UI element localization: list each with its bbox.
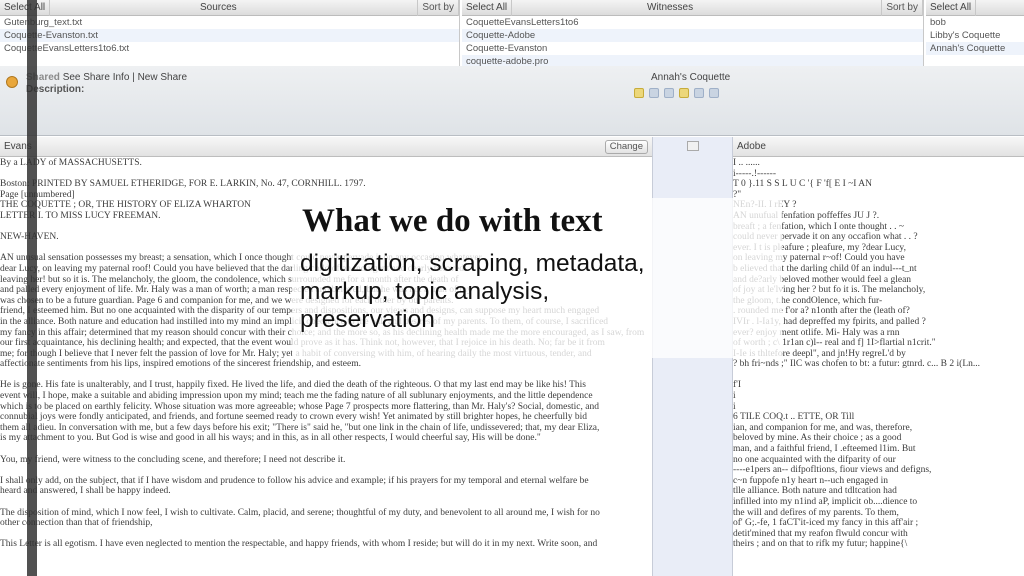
list-item[interactable]: bob bbox=[926, 16, 1024, 29]
text-line: f'I bbox=[733, 380, 742, 391]
slide-subtitle-line: digitization, scraping, metadata, bbox=[300, 250, 645, 277]
list-item[interactable]: Coquette-Evanston.txt bbox=[0, 29, 459, 42]
list-item[interactable]: Annah's Coquette bbox=[926, 42, 1024, 55]
list-item[interactable]: CoquetteEvansLetters1to6.txt bbox=[0, 42, 459, 55]
text-line: beloved by mine. As their choice ; as a … bbox=[733, 433, 902, 444]
text-line: c~n fuppofe n1y heart n--uch engaged in bbox=[733, 475, 888, 486]
sources-pane: Select All Sources Sort by Gutenburg_tex… bbox=[0, 0, 460, 66]
text-line: detit'mined that my reafon flwuld concur… bbox=[733, 528, 908, 539]
text-line: He is gone. His fate is unalterably, and… bbox=[0, 380, 586, 391]
text-line: I .. ...... bbox=[733, 158, 760, 168]
text-line: which is to be placed on earthly felicit… bbox=[0, 401, 599, 412]
slide-accent-bar bbox=[27, 0, 37, 576]
text-line: them all adieu. In conversation with me,… bbox=[0, 422, 600, 433]
share-info-icon bbox=[6, 76, 18, 88]
text-line: T 0 }.11 S S L U C '{ F 'f[ E I ~I AN bbox=[733, 179, 872, 190]
text-line: is my attachment to you. But God is wise… bbox=[0, 433, 541, 444]
text-line: This Letter is all egotism. I have even … bbox=[0, 539, 598, 550]
slide-title: What we do with text bbox=[302, 203, 603, 239]
users-header: Select All bbox=[926, 0, 1024, 16]
text-line: tlle alliance. Both nature and tdltcatio… bbox=[733, 486, 897, 497]
text-line: I shall only add, on the subject, that i… bbox=[0, 475, 589, 486]
text-line: event will, I hope, make a suitable and … bbox=[0, 391, 593, 402]
text-line: ian, and companion for me, and was, ther… bbox=[733, 422, 913, 433]
users-pane: Select All bob Libby's Coquette Annah's … bbox=[926, 0, 1024, 66]
text-line: connubial joys were fondly anticipated, … bbox=[0, 412, 587, 423]
text-line: Boston: PRINTED BY SAMUEL ETHERIDGE, FOR… bbox=[0, 179, 366, 190]
users-select-all[interactable]: Select All bbox=[926, 0, 977, 16]
text-line: i bbox=[733, 391, 736, 402]
left-panel-header: Evans Change bbox=[0, 137, 652, 157]
witnesses-sort-by[interactable]: Sort by bbox=[882, 0, 923, 16]
text-line: other connection than that of friendship… bbox=[0, 518, 153, 529]
see-share-info-link[interactable]: See Share Info bbox=[63, 72, 130, 83]
witnesses-header: Select All Witnesses Sort by bbox=[462, 0, 923, 16]
list-item[interactable]: CoquetteEvansLetters1to6 bbox=[462, 16, 923, 29]
toolbar-icon[interactable] bbox=[649, 88, 659, 98]
toolbar-icon[interactable] bbox=[679, 88, 689, 98]
list-item[interactable]: coquette-adobe.pro bbox=[462, 55, 923, 66]
text-line: heard and answered, I shall be happy ind… bbox=[0, 486, 171, 497]
sources-sort-by[interactable]: Sort by bbox=[418, 0, 459, 16]
text-line: i-----.!------ bbox=[733, 168, 776, 179]
toolbar-icon[interactable] bbox=[709, 88, 719, 98]
text-line: ? bh fri~nds ;" IlC was chofen to bt: a … bbox=[733, 359, 980, 370]
text-line bbox=[0, 370, 652, 381]
witnesses-title: Witnesses bbox=[512, 0, 883, 16]
right-panel-title: Adobe bbox=[737, 141, 766, 152]
new-share-link[interactable]: New Share bbox=[138, 72, 187, 83]
share-owner-title: Annah's Coquette bbox=[651, 72, 731, 83]
text-line bbox=[0, 444, 652, 455]
text-line: man, and a faithful friend, I .efteemed … bbox=[733, 444, 916, 455]
text-line: The disposition of mind, which I now fee… bbox=[0, 507, 600, 518]
text-line: 6 TILE COQ.t .. ETTE, OR Till bbox=[733, 412, 855, 423]
text-line: infilled into my n1ind aP, implicit ob..… bbox=[733, 497, 918, 507]
text-line: no one acquainted with the difparity of … bbox=[733, 454, 896, 465]
toolbar-icon[interactable] bbox=[694, 88, 704, 98]
right-panel-header: Adobe bbox=[733, 137, 1024, 157]
toolbar-icon[interactable] bbox=[634, 88, 644, 98]
slide-subtitle-line: preservation bbox=[300, 306, 435, 333]
text-line bbox=[0, 497, 652, 508]
text-line: of' G;.-fe, 1 faCT'it-iced my fancy in t… bbox=[733, 518, 919, 529]
list-item[interactable]: Gutenburg_text.txt bbox=[0, 16, 459, 29]
text-line bbox=[0, 465, 652, 476]
text-line: theirs ; and on that to rifk my futur; h… bbox=[733, 539, 908, 550]
slide-subtitle-line: markup, topic analysis, bbox=[300, 278, 550, 305]
text-line: ----e1pers an-- difpofltions, fiour view… bbox=[733, 465, 932, 476]
slide-subtitle: digitization, scraping, metadata, markup… bbox=[300, 250, 645, 334]
witnesses-pane: Select All Witnesses Sort by CoquetteEva… bbox=[462, 0, 924, 66]
toolbar bbox=[634, 88, 719, 98]
sources-header: Select All Sources Sort by bbox=[0, 0, 459, 16]
witnesses-select-all[interactable]: Select All bbox=[462, 0, 512, 16]
share-links: Shared See Share Info | New Share bbox=[26, 72, 188, 83]
text-line: You, my friend, were witness to the conc… bbox=[0, 454, 346, 465]
text-line: the will and defires of my parents. To t… bbox=[733, 507, 899, 518]
text-line bbox=[0, 529, 652, 540]
text-line bbox=[733, 370, 1024, 381]
toolbar-icon[interactable] bbox=[664, 88, 674, 98]
sources-select-all[interactable]: Select All bbox=[0, 0, 50, 16]
change-button[interactable]: Change bbox=[604, 140, 648, 154]
text-line: affectionate sentiments from his lips, i… bbox=[0, 359, 361, 370]
sources-title: Sources bbox=[50, 0, 419, 16]
list-item[interactable]: Libby's Coquette bbox=[926, 29, 1024, 42]
list-item[interactable]: Coquette-Adobe bbox=[462, 29, 923, 42]
share-bar: Shared See Share Info | New Share Descri… bbox=[0, 66, 1024, 136]
text-line bbox=[0, 169, 652, 180]
gutter-toggle-icon[interactable] bbox=[687, 141, 699, 151]
text-line: i bbox=[733, 401, 736, 412]
text-line: By a LADY of MASSACHUSETTS. bbox=[0, 158, 142, 168]
list-item[interactable]: Coquette-Evanston bbox=[462, 42, 923, 55]
